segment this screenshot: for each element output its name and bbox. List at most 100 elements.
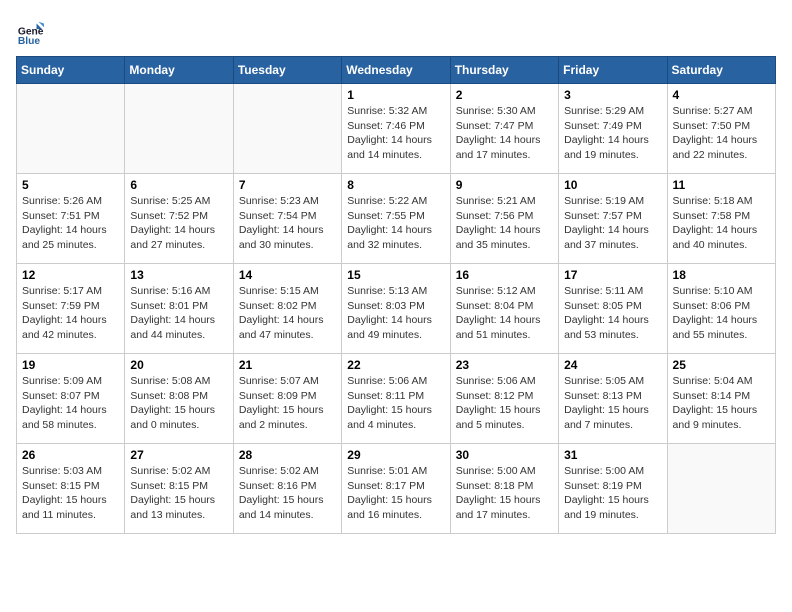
- calendar-cell: 3 Sunrise: 5:29 AM Sunset: 7:49 PM Daylig…: [559, 84, 667, 174]
- day-number: 10: [564, 178, 661, 192]
- day-info: Sunrise: 5:00 AM Sunset: 8:19 PM Dayligh…: [564, 464, 661, 523]
- day-info: Sunrise: 5:17 AM Sunset: 7:59 PM Dayligh…: [22, 284, 119, 343]
- day-info: Sunrise: 5:15 AM Sunset: 8:02 PM Dayligh…: [239, 284, 336, 343]
- day-number: 1: [347, 88, 444, 102]
- calendar-cell: 23 Sunrise: 5:06 AM Sunset: 8:12 PM Dayli…: [450, 354, 558, 444]
- weekday-header-saturday: Saturday: [667, 57, 775, 84]
- calendar-cell: 15 Sunrise: 5:13 AM Sunset: 8:03 PM Dayli…: [342, 264, 450, 354]
- day-info: Sunrise: 5:23 AM Sunset: 7:54 PM Dayligh…: [239, 194, 336, 253]
- day-info: Sunrise: 5:22 AM Sunset: 7:55 PM Dayligh…: [347, 194, 444, 253]
- calendar-cell: 11 Sunrise: 5:18 AM Sunset: 7:58 PM Dayli…: [667, 174, 775, 264]
- day-number: 2: [456, 88, 553, 102]
- calendar-cell: 9 Sunrise: 5:21 AM Sunset: 7:56 PM Daylig…: [450, 174, 558, 264]
- day-number: 7: [239, 178, 336, 192]
- day-info: Sunrise: 5:29 AM Sunset: 7:49 PM Dayligh…: [564, 104, 661, 163]
- day-number: 18: [673, 268, 770, 282]
- week-row-5: 26Sunrise: 5:03 AM Sunset: 8:15 PM Dayli…: [17, 444, 776, 534]
- calendar: SundayMondayTuesdayWednesdayThursdayFrid…: [16, 56, 776, 534]
- weekday-header-sunday: Sunday: [17, 57, 125, 84]
- calendar-cell: [17, 84, 125, 174]
- day-number: 8: [347, 178, 444, 192]
- calendar-cell: 10Sunrise: 5:19 AM Sunset: 7:57 PM Dayli…: [559, 174, 667, 264]
- day-number: 12: [22, 268, 119, 282]
- day-info: Sunrise: 5:18 AM Sunset: 7:58 PM Dayligh…: [673, 194, 770, 253]
- weekday-header-thursday: Thursday: [450, 57, 558, 84]
- day-info: Sunrise: 5:30 AM Sunset: 7:47 PM Dayligh…: [456, 104, 553, 163]
- day-number: 31: [564, 448, 661, 462]
- calendar-cell: 5 Sunrise: 5:26 AM Sunset: 7:51 PM Daylig…: [17, 174, 125, 264]
- calendar-cell: 24Sunrise: 5:05 AM Sunset: 8:13 PM Dayli…: [559, 354, 667, 444]
- day-info: Sunrise: 5:13 AM Sunset: 8:03 PM Dayligh…: [347, 284, 444, 343]
- calendar-cell: 7 Sunrise: 5:23 AM Sunset: 7:54 PM Daylig…: [233, 174, 341, 264]
- calendar-cell: 25Sunrise: 5:04 AM Sunset: 8:14 PM Dayli…: [667, 354, 775, 444]
- calendar-cell: 31 Sunrise: 5:00 AM Sunset: 8:19 PM Dayli…: [559, 444, 667, 534]
- calendar-cell: 6Sunrise: 5:25 AM Sunset: 7:52 PM Daylig…: [125, 174, 233, 264]
- day-info: Sunrise: 5:05 AM Sunset: 8:13 PM Dayligh…: [564, 374, 661, 433]
- day-info: Sunrise: 5:32 AM Sunset: 7:46 PM Dayligh…: [347, 104, 444, 163]
- calendar-cell: 27 Sunrise: 5:02 AM Sunset: 8:15 PM Dayli…: [125, 444, 233, 534]
- calendar-cell: 16 Sunrise: 5:12 AM Sunset: 8:04 PM Dayli…: [450, 264, 558, 354]
- week-row-1: 1 Sunrise: 5:32 AM Sunset: 7:46 PM Daylig…: [17, 84, 776, 174]
- day-info: Sunrise: 5:07 AM Sunset: 8:09 PM Dayligh…: [239, 374, 336, 433]
- day-number: 15: [347, 268, 444, 282]
- day-info: Sunrise: 5:08 AM Sunset: 8:08 PM Dayligh…: [130, 374, 227, 433]
- weekday-header-tuesday: Tuesday: [233, 57, 341, 84]
- week-row-3: 12 Sunrise: 5:17 AM Sunset: 7:59 PM Dayli…: [17, 264, 776, 354]
- calendar-cell: 19 Sunrise: 5:09 AM Sunset: 8:07 PM Dayli…: [17, 354, 125, 444]
- day-number: 3: [564, 88, 661, 102]
- day-info: Sunrise: 5:04 AM Sunset: 8:14 PM Dayligh…: [673, 374, 770, 433]
- day-number: 26: [22, 448, 119, 462]
- logo: General Blue: [16, 16, 48, 44]
- day-info: Sunrise: 5:25 AM Sunset: 7:52 PM Dayligh…: [130, 194, 227, 253]
- day-number: 13: [130, 268, 227, 282]
- day-number: 27: [130, 448, 227, 462]
- day-number: 11: [673, 178, 770, 192]
- day-number: 14: [239, 268, 336, 282]
- calendar-cell: 28Sunrise: 5:02 AM Sunset: 8:16 PM Dayli…: [233, 444, 341, 534]
- day-number: 19: [22, 358, 119, 372]
- day-number: 16: [456, 268, 553, 282]
- day-info: Sunrise: 5:21 AM Sunset: 7:56 PM Dayligh…: [456, 194, 553, 253]
- calendar-cell: 21Sunrise: 5:07 AM Sunset: 8:09 PM Dayli…: [233, 354, 341, 444]
- day-number: 4: [673, 88, 770, 102]
- calendar-cell: 13 Sunrise: 5:16 AM Sunset: 8:01 PM Dayli…: [125, 264, 233, 354]
- day-info: Sunrise: 5:01 AM Sunset: 8:17 PM Dayligh…: [347, 464, 444, 523]
- calendar-cell: 1 Sunrise: 5:32 AM Sunset: 7:46 PM Daylig…: [342, 84, 450, 174]
- week-row-4: 19 Sunrise: 5:09 AM Sunset: 8:07 PM Dayli…: [17, 354, 776, 444]
- weekday-header-friday: Friday: [559, 57, 667, 84]
- day-number: 29: [347, 448, 444, 462]
- calendar-cell: 8 Sunrise: 5:22 AM Sunset: 7:55 PM Daylig…: [342, 174, 450, 264]
- day-info: Sunrise: 5:06 AM Sunset: 8:12 PM Dayligh…: [456, 374, 553, 433]
- day-number: 17: [564, 268, 661, 282]
- day-number: 20: [130, 358, 227, 372]
- calendar-cell: 4Sunrise: 5:27 AM Sunset: 7:50 PM Daylig…: [667, 84, 775, 174]
- day-info: Sunrise: 5:11 AM Sunset: 8:05 PM Dayligh…: [564, 284, 661, 343]
- day-info: Sunrise: 5:06 AM Sunset: 8:11 PM Dayligh…: [347, 374, 444, 433]
- calendar-cell: 20 Sunrise: 5:08 AM Sunset: 8:08 PM Dayli…: [125, 354, 233, 444]
- day-info: Sunrise: 5:12 AM Sunset: 8:04 PM Dayligh…: [456, 284, 553, 343]
- calendar-cell: 22 Sunrise: 5:06 AM Sunset: 8:11 PM Dayli…: [342, 354, 450, 444]
- week-row-2: 5 Sunrise: 5:26 AM Sunset: 7:51 PM Daylig…: [17, 174, 776, 264]
- calendar-cell: [667, 444, 775, 534]
- calendar-cell: 30Sunrise: 5:00 AM Sunset: 8:18 PM Dayli…: [450, 444, 558, 534]
- weekday-header-row: SundayMondayTuesdayWednesdayThursdayFrid…: [17, 57, 776, 84]
- calendar-cell: [125, 84, 233, 174]
- page-header: General Blue: [16, 16, 776, 44]
- calendar-cell: 18Sunrise: 5:10 AM Sunset: 8:06 PM Dayli…: [667, 264, 775, 354]
- svg-text:Blue: Blue: [18, 36, 41, 44]
- day-number: 9: [456, 178, 553, 192]
- calendar-cell: 26Sunrise: 5:03 AM Sunset: 8:15 PM Dayli…: [17, 444, 125, 534]
- day-info: Sunrise: 5:02 AM Sunset: 8:15 PM Dayligh…: [130, 464, 227, 523]
- calendar-cell: [233, 84, 341, 174]
- day-info: Sunrise: 5:26 AM Sunset: 7:51 PM Dayligh…: [22, 194, 119, 253]
- day-number: 23: [456, 358, 553, 372]
- weekday-header-wednesday: Wednesday: [342, 57, 450, 84]
- weekday-header-monday: Monday: [125, 57, 233, 84]
- calendar-cell: 17 Sunrise: 5:11 AM Sunset: 8:05 PM Dayli…: [559, 264, 667, 354]
- day-info: Sunrise: 5:16 AM Sunset: 8:01 PM Dayligh…: [130, 284, 227, 343]
- day-info: Sunrise: 5:02 AM Sunset: 8:16 PM Dayligh…: [239, 464, 336, 523]
- day-number: 5: [22, 178, 119, 192]
- day-info: Sunrise: 5:00 AM Sunset: 8:18 PM Dayligh…: [456, 464, 553, 523]
- day-info: Sunrise: 5:09 AM Sunset: 8:07 PM Dayligh…: [22, 374, 119, 433]
- day-number: 22: [347, 358, 444, 372]
